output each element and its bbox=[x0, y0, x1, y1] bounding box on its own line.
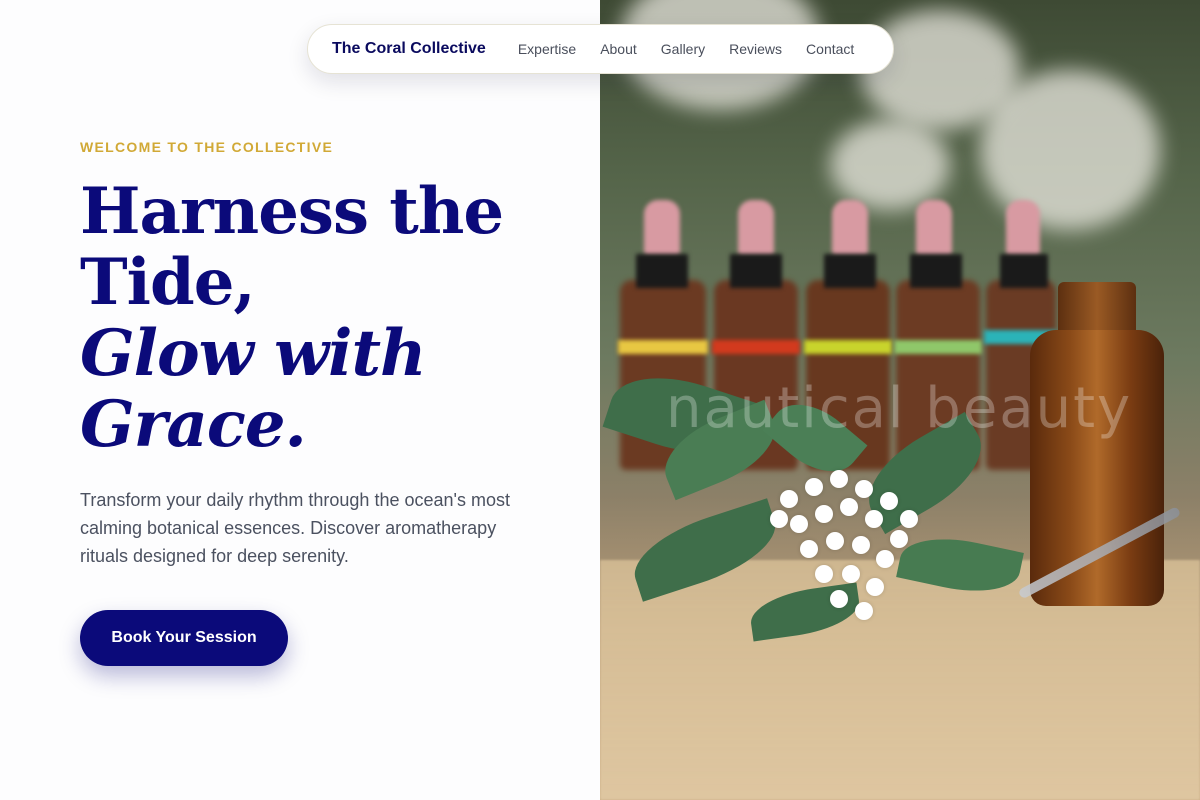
headline-line-1: Harness the bbox=[80, 174, 504, 249]
headline-line-3: Glow with bbox=[80, 316, 427, 391]
nav-link-about[interactable]: About bbox=[600, 41, 637, 57]
nav-link-contact[interactable]: Contact bbox=[806, 41, 854, 57]
hero-eyebrow: WELCOME TO THE COLLECTIVE bbox=[80, 139, 334, 155]
top-navigation: The Coral Collective Expertise About Gal… bbox=[307, 24, 894, 74]
nav-link-expertise[interactable]: Expertise bbox=[518, 41, 576, 57]
nav-link-reviews[interactable]: Reviews bbox=[729, 41, 782, 57]
brand-logo-text[interactable]: The Coral Collective bbox=[332, 40, 486, 58]
headline-line-4: Grace. bbox=[80, 387, 307, 462]
hero-photo: nautical beauty bbox=[600, 0, 1200, 800]
book-session-button[interactable]: Book Your Session bbox=[80, 610, 288, 666]
hero-headline: Harness the Tide, Glow with Grace. bbox=[80, 176, 580, 460]
nav-link-gallery[interactable]: Gallery bbox=[661, 41, 705, 57]
nav-links: Expertise About Gallery Reviews Contact bbox=[518, 41, 854, 57]
headline-line-2: Tide, bbox=[80, 245, 256, 320]
hero-subtext: Transform your daily rhythm through the … bbox=[80, 490, 510, 566]
amber-bottle bbox=[1030, 330, 1164, 606]
image-watermark: nautical beauty bbox=[666, 376, 1133, 441]
hero-left-panel: WELCOME TO THE COLLECTIVE Harness the Ti… bbox=[0, 0, 600, 800]
